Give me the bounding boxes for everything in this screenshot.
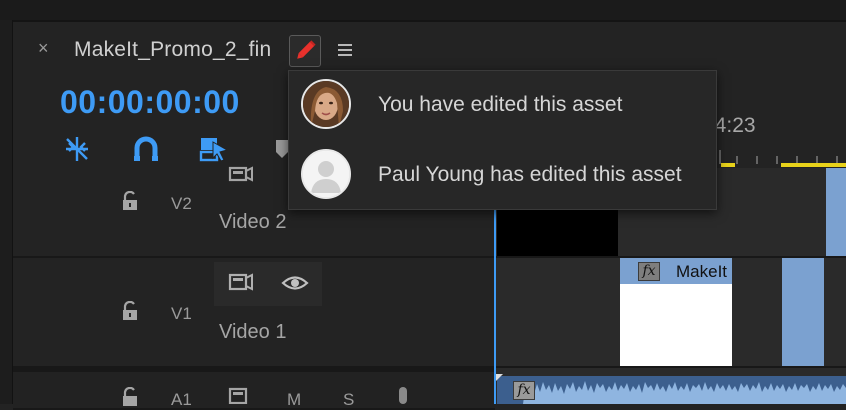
solo-track-button[interactable]: S xyxy=(343,390,354,410)
v1-clip-right[interactable] xyxy=(782,258,824,366)
generic-person-avatar xyxy=(301,149,351,199)
edit-history-popup: You have edited this asset Paul Young ha… xyxy=(288,70,717,210)
work-area-bar-2 xyxy=(781,163,846,167)
playhead-timecode[interactable]: 00:00:00:00 xyxy=(60,84,240,120)
v1-gap xyxy=(826,258,846,366)
eye-icon[interactable] xyxy=(281,272,309,294)
hamburger-menu-icon[interactable] xyxy=(337,42,353,58)
edit-history-item-you[interactable]: You have edited this asset xyxy=(289,71,718,141)
track-code-v1: V1 xyxy=(171,304,192,323)
toggle-sync-lock-icon[interactable] xyxy=(227,386,255,404)
work-area-bar xyxy=(721,163,735,167)
edited-asset-button[interactable] xyxy=(289,35,321,67)
track-code-a1: A1 xyxy=(171,390,192,409)
mute-track-button[interactable]: M xyxy=(287,390,301,410)
close-sequence-button[interactable]: × xyxy=(38,38,49,58)
snap-insert-icon[interactable] xyxy=(62,134,92,164)
edit-history-text: You have edited this asset xyxy=(378,93,623,116)
track-code-v2: V2 xyxy=(171,194,192,213)
user-photo-avatar xyxy=(301,79,351,129)
magnet-icon[interactable] xyxy=(131,134,161,164)
makeit-clip[interactable]: fx MakeIt xyxy=(620,258,732,366)
linked-selection-icon[interactable] xyxy=(199,134,229,164)
microphone-icon[interactable] xyxy=(395,386,411,404)
toggle-sync-lock-icon[interactable] xyxy=(227,165,255,185)
a1-audio-clip[interactable] xyxy=(495,374,846,404)
fx-badge[interactable]: fx xyxy=(638,262,660,281)
v2-clip-right[interactable] xyxy=(826,168,846,256)
black-video-clip[interactable] xyxy=(497,205,618,256)
track-lock-icon[interactable] xyxy=(121,191,139,211)
left-panel-edge xyxy=(0,20,13,404)
user-photo-icon xyxy=(303,81,349,127)
track-name-v2[interactable]: Video 2 xyxy=(219,211,286,234)
clip-name: MakeIt xyxy=(676,262,728,281)
edit-history-item-paul-young[interactable]: Paul Young has edited this asset xyxy=(289,141,718,211)
track-name-v1[interactable]: Video 1 xyxy=(219,321,286,344)
audio-fx-badge[interactable]: fx xyxy=(513,381,535,400)
top-panel-bar xyxy=(0,0,846,22)
track-lock-icon[interactable] xyxy=(121,387,139,407)
person-silhouette-icon xyxy=(303,151,349,197)
edit-history-text: Paul Young has edited this asset xyxy=(378,163,682,186)
pencil-icon xyxy=(297,40,316,59)
sequence-tab-title[interactable]: MakeIt_Promo_2_fin xyxy=(74,36,271,64)
toggle-track-output-icon[interactable] xyxy=(227,272,255,294)
track-lock-icon[interactable] xyxy=(121,301,139,321)
